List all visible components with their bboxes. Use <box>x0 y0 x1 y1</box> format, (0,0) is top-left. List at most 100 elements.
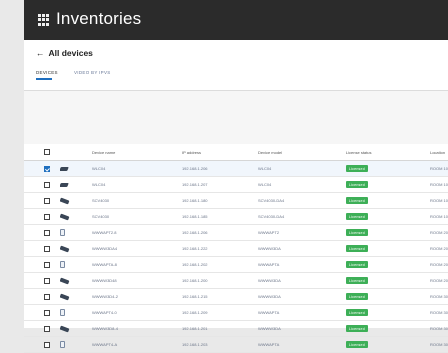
toolbar-area <box>24 91 448 144</box>
apps-grid-icon[interactable] <box>38 14 50 26</box>
app-bar: Inventories <box>24 0 448 40</box>
table-row[interactable]: WWWAPT4-A 192.168.1.203 WWWAPTA Licensed ROO… <box>24 336 448 353</box>
table-row[interactable]: WWWW3D8-4 192.168.1.201 WWWW3DA Licensed ROO… <box>24 320 448 337</box>
row-checkbox[interactable] <box>44 277 50 284</box>
device-model: WWWAPTA <box>257 256 346 273</box>
device-model: SCV4030-DA4 <box>257 192 346 209</box>
license-badge: Licensed <box>345 261 368 268</box>
row-checkbox[interactable] <box>44 325 50 332</box>
app-title: Inventories <box>56 9 142 28</box>
col-license-status[interactable]: License status <box>345 144 430 161</box>
table-row[interactable]: WWWW3DA4 192.168.1.222 WWWW3DA Licensed ROOM… <box>24 240 448 257</box>
switch-icon <box>59 245 70 253</box>
router-icon <box>59 166 69 171</box>
device-model: WWWAPT2 <box>257 224 346 241</box>
ip-address: 192.168.1.180 <box>181 192 258 209</box>
ip-address: 192.168.1.206 <box>181 224 258 241</box>
row-checkbox[interactable] <box>44 197 50 204</box>
device-name[interactable]: WWWW3D48 <box>91 272 182 289</box>
license-badge: Licensed <box>345 213 368 220</box>
col-device-name[interactable]: Device name <box>91 144 182 161</box>
row-checkbox[interactable] <box>44 165 50 172</box>
device-model: WWWW3DA <box>257 240 346 257</box>
access-point-icon <box>59 229 65 236</box>
license-badge: Licensed <box>345 309 368 316</box>
tab-label: DEVICES <box>36 70 58 75</box>
device-name[interactable]: WWWW3D8-4 <box>91 320 182 337</box>
license-badge: Licensed <box>345 181 368 188</box>
device-name[interactable]: WWWAPT4-A <box>91 336 182 353</box>
switch-icon <box>59 197 70 205</box>
device-model: SCV4030-DA4 <box>257 208 346 225</box>
router-icon <box>59 182 69 187</box>
device-name[interactable]: WWWW3D4-2 <box>91 288 182 305</box>
license-badge: Licensed <box>345 325 368 332</box>
device-name[interactable]: SCV4030 <box>91 208 182 225</box>
tab-devices[interactable]: DEVICES <box>36 70 58 80</box>
ip-address: 192.168.1.201 <box>181 320 258 337</box>
table-row[interactable]: WWWW3D4-2 192.168.1.215 WWWW3DA Licensed ROO… <box>24 288 448 305</box>
location: ROOM 20 <box>429 224 448 241</box>
license-badge: Licensed <box>345 293 368 300</box>
device-name[interactable]: SCV4030 <box>91 192 182 209</box>
switch-icon <box>59 325 70 333</box>
license-badge: Licensed <box>345 165 368 172</box>
location: ROOM 10 <box>429 160 448 177</box>
device-model: WLC04 <box>257 176 346 193</box>
table-row[interactable]: WWWAPT4-0 192.168.1.209 WWWAPTA Licensed ROO… <box>24 304 448 321</box>
device-model: WWWW3DA <box>257 288 346 305</box>
col-device-model[interactable]: Device model <box>257 144 346 161</box>
ip-address: 192.168.1.200 <box>181 272 258 289</box>
row-checkbox[interactable] <box>44 181 50 188</box>
col-ip-address[interactable]: IP address <box>181 144 258 161</box>
device-model: WWWW3DA <box>257 272 346 289</box>
ip-address: 192.168.1.185 <box>181 208 258 225</box>
table-row[interactable]: SCV4030 192.168.1.180 SCV4030-DA4 Licensed R… <box>24 192 448 209</box>
device-name[interactable]: WWWAPTA-8 <box>91 256 182 273</box>
device-name[interactable]: WWWAPT2.8 <box>91 224 182 241</box>
row-checkbox[interactable] <box>44 309 50 316</box>
table-row[interactable]: WWWAPT2.8 192.168.1.206 WWWAPT2 Licensed ROO… <box>24 224 448 241</box>
device-model: WWWAPTA <box>257 336 346 353</box>
location: ROOM 10 <box>429 176 448 193</box>
tab-video-by-ipvs[interactable]: VIDEO BY IPVS <box>74 70 111 75</box>
ip-address: 192.168.1.207 <box>181 176 258 193</box>
table-row[interactable]: SCV4030 192.168.1.185 SCV4030-DA4 Licensed R… <box>24 208 448 225</box>
ip-address: 192.168.1.215 <box>181 288 258 305</box>
tab-active-indicator <box>36 78 52 80</box>
location: ROOM 30 <box>429 288 448 305</box>
switch-icon <box>59 293 70 301</box>
table-row[interactable]: WLC04 192.168.1.206 WLC04 Licensed ROOM 10 <box>24 160 448 177</box>
back-label: All devices <box>48 48 93 58</box>
table-row[interactable]: WWWW3D48 192.168.1.200 WWWW3DA Licensed ROOM… <box>24 272 448 289</box>
device-model: WWWAPTA <box>257 304 346 321</box>
row-checkbox[interactable] <box>44 261 50 268</box>
license-badge: Licensed <box>345 277 368 284</box>
device-name[interactable]: WLC04 <box>91 160 182 177</box>
ip-address: 192.168.1.222 <box>181 240 258 257</box>
location: ROOM 20 <box>429 240 448 257</box>
col-location[interactable]: Location <box>429 144 448 161</box>
back-link[interactable]: ← All devices <box>36 48 93 58</box>
row-checkbox[interactable] <box>44 229 50 236</box>
access-point-icon <box>59 261 65 268</box>
ip-address: 192.168.1.209 <box>181 304 258 321</box>
location: ROOM 30 <box>429 304 448 321</box>
row-checkbox[interactable] <box>44 293 50 300</box>
ip-address: 192.168.1.202 <box>181 256 258 273</box>
device-name[interactable]: WLC04 <box>91 176 182 193</box>
device-name[interactable]: WWWW3DA4 <box>91 240 182 257</box>
location: ROOM 30 <box>429 336 448 353</box>
location: ROOM 20 <box>429 256 448 273</box>
table-row[interactable]: WLC04 192.168.1.207 WLC04 Licensed ROOM 10 <box>24 176 448 193</box>
access-point-icon <box>59 309 65 316</box>
arrow-left-icon: ← <box>36 48 45 58</box>
select-all-checkbox[interactable] <box>44 149 50 155</box>
license-badge: Licensed <box>345 245 368 252</box>
table-row[interactable]: WWWAPTA-8 192.168.1.202 WWWAPTA Licensed ROO… <box>24 256 448 273</box>
device-name[interactable]: WWWAPT4-0 <box>91 304 182 321</box>
device-model: WWWW3DA <box>257 320 346 337</box>
row-checkbox[interactable] <box>44 341 50 348</box>
row-checkbox[interactable] <box>44 245 50 252</box>
row-checkbox[interactable] <box>44 213 50 220</box>
